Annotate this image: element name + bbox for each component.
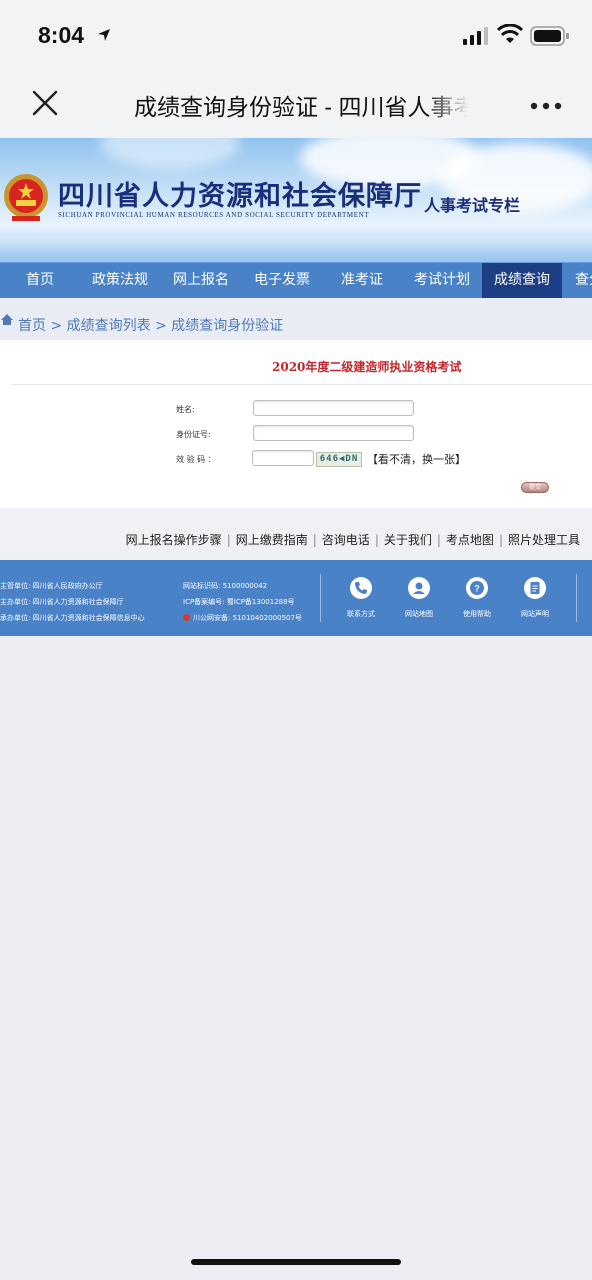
banner-strip xyxy=(0,242,592,262)
page-title: 成绩查询身份验证 - 四川省人事考试专栏 xyxy=(134,94,468,120)
menu-item-score-query[interactable]: 成绩查询 xyxy=(482,263,562,298)
national-emblem-icon xyxy=(4,174,48,221)
captcha-label: 效 验 码 ： xyxy=(176,455,216,464)
document-icon[interactable] xyxy=(524,577,546,599)
captcha-image[interactable]: 646◀DN xyxy=(316,452,362,467)
name-input[interactable] xyxy=(253,400,414,416)
department-name-en: SICHUAN PROVINCIAL HUMAN RESOURCES AND S… xyxy=(58,211,370,219)
verification-form: 2020年度二级建造师执业资格考试 姓名: 身份证号: 效 验 码 ： 646◀… xyxy=(0,340,592,508)
help-icon[interactable]: ? xyxy=(466,577,488,599)
exam-title: 2020年度二级建造师执业资格考试 xyxy=(272,360,462,374)
more-icon[interactable] xyxy=(530,102,562,110)
breadcrumb-area: 首页 > 成绩查询列表 > 成绩查询身份验证 xyxy=(0,298,592,340)
footer-link-hotline[interactable]: 咨询电话 xyxy=(322,533,370,547)
breadcrumb[interactable]: 首页 > 成绩查询列表 > 成绩查询身份验证 xyxy=(18,315,283,335)
divider xyxy=(320,574,321,622)
menu-item-exam-plan[interactable]: 考试计划 xyxy=(402,263,482,298)
icp-text[interactable]: ICP备案编号: 蜀ICP备13001288号 xyxy=(183,597,295,607)
battery-icon xyxy=(530,26,569,46)
exam-column-title: 人事考试专栏 xyxy=(424,196,521,215)
host-text: 主办单位: 四川省人力资源和社会保障厅 xyxy=(0,598,124,606)
footer-link-about-us[interactable]: 关于我们 xyxy=(384,533,432,547)
map-icon[interactable] xyxy=(408,577,430,599)
signal-icon xyxy=(463,27,488,45)
main-menu: 首页 政策法规 网上报名 电子发票 准考证 考试计划 成绩查询 查分 xyxy=(0,262,592,298)
separator: | xyxy=(374,533,379,547)
footer-link-payment-guide[interactable]: 网上缴费指南 xyxy=(236,533,308,547)
footer-link-registration-steps[interactable]: 网上报名操作步骤 xyxy=(126,533,222,547)
department-name: 四川省人力资源和社会保障厅 xyxy=(58,181,422,212)
svg-text:?: ? xyxy=(474,584,480,594)
home-icon xyxy=(1,314,13,325)
id-number-input[interactable] xyxy=(253,425,414,441)
footer-links: 网上报名操作步骤 | 网上缴费指南 | 咨询电话 | 关于我们 | 考点地图 | 照片处理工具 xyxy=(0,508,592,560)
sponsor-text: 主管单位: 四川省人民政府办公厅 xyxy=(0,582,103,590)
captcha-input[interactable] xyxy=(252,450,314,466)
separator: | xyxy=(498,533,503,547)
divider xyxy=(12,384,592,385)
id-number-label: 身份证号: xyxy=(176,430,211,439)
footer-link-row: 网上报名操作步骤 | 网上缴费指南 | 咨询电话 | 关于我们 | 考点地图 | 照片处理工具 xyxy=(126,531,580,548)
status-time: 8:04 xyxy=(38,22,85,48)
menu-item-registration[interactable]: 网上报名 xyxy=(160,263,242,298)
menu-item-check-score[interactable]: 查分 xyxy=(562,263,592,298)
close-icon[interactable] xyxy=(30,88,60,118)
info-footer: 主管单位: 四川省人民政府办公厅 主办单位: 四川省人力资源和社会保障厅 承办单… xyxy=(0,560,592,636)
police-badge-icon xyxy=(183,614,190,621)
footer-link-photo-tool[interactable]: 照片处理工具 xyxy=(508,533,580,547)
menu-item-policy[interactable]: 政策法规 xyxy=(80,263,160,298)
site-id-text: 网站标识码: 5100000042 xyxy=(183,582,268,590)
separator: | xyxy=(436,533,441,547)
submit-button[interactable]: 提交 xyxy=(521,482,549,493)
separator: | xyxy=(226,533,231,547)
home-indicator[interactable] xyxy=(191,1259,401,1265)
organizer-text: 承办单位: 四川省人力资源和社会保障信息中心 xyxy=(0,614,145,622)
phone-icon[interactable] xyxy=(350,577,372,599)
captcha-refresh-link[interactable]: 【看不清，换一张】 xyxy=(367,451,466,467)
menu-item-invoice[interactable]: 电子发票 xyxy=(242,263,322,298)
help-label[interactable]: 使用帮助 xyxy=(452,609,502,619)
name-label: 姓名: xyxy=(176,405,195,414)
police-record-text[interactable]: 川公网安备: 51010402000507号 xyxy=(193,613,302,623)
cloud-decoration xyxy=(100,138,240,168)
separator: | xyxy=(312,533,317,547)
nav-bar: 成绩查询身份验证 - 四川省人事考试专栏 xyxy=(0,72,592,138)
header-banner: 四川省人力资源和社会保障厅 SICHUAN PROVINCIAL HUMAN R… xyxy=(0,138,592,262)
footer-link-exam-map[interactable]: 考点地图 xyxy=(446,533,494,547)
divider xyxy=(576,574,577,622)
status-bar: 8:04 xyxy=(0,0,592,72)
menu-item-admission-ticket[interactable]: 准考证 xyxy=(322,263,402,298)
wifi-icon xyxy=(497,24,523,43)
sitemap-label[interactable]: 网站地图 xyxy=(394,609,444,619)
statement-label[interactable]: 网站声明 xyxy=(510,609,560,619)
location-arrow-icon xyxy=(98,29,110,41)
menu-item-home[interactable]: 首页 xyxy=(0,263,80,298)
contact-label[interactable]: 联系方式 xyxy=(336,609,386,619)
